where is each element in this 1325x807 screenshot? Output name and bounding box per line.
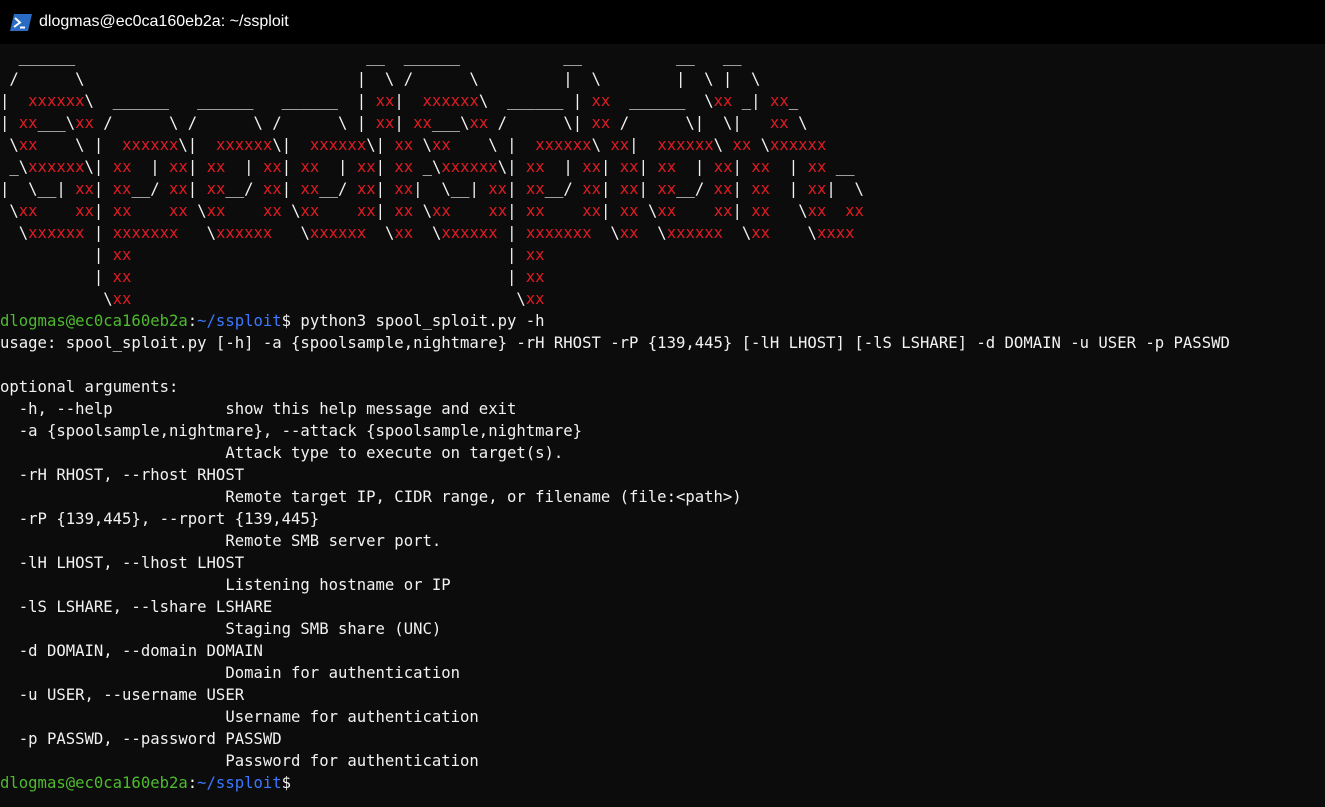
help-line: -p PASSWD, --password PASSWD: [0, 730, 282, 748]
help-line: -h, --help show this help message and ex…: [0, 400, 517, 418]
banner-line: | xx | xx: [0, 246, 545, 264]
powershell-icon: [10, 13, 32, 32]
banner-line: | xx | xx: [0, 268, 545, 286]
prompt-user-host: dlogmas@ec0ca160eb2a: [0, 312, 188, 330]
ascii-banner: ______ __ ______ __ __ __ / \ | \ / \ | …: [0, 46, 1325, 310]
title-bar[interactable]: dlogmas@ec0ca160eb2a: ~/ssploit: [0, 0, 1325, 44]
banner-line: ______ __ ______ __ __ __: [0, 48, 742, 66]
help-line: Password for authentication: [0, 752, 479, 770]
command-text: python3 spool_sploit.py -h: [291, 312, 545, 330]
help-line: [0, 354, 1325, 376]
help-line: -a {spoolsample,nightmare}, --attack {sp…: [0, 422, 583, 440]
current-prompt-line[interactable]: dlogmas@ec0ca160eb2a:~/ssploit$: [0, 772, 1325, 794]
help-line: -lH LHOST, --lhost LHOST: [0, 554, 245, 572]
help-line: -rP {139,445}, --rport {139,445}: [0, 510, 320, 528]
prompt-path: ~/ssploit: [197, 774, 282, 792]
help-line: Attack type to execute on target(s).: [0, 444, 564, 462]
help-line: -lS LSHARE, --lshare LSHARE: [0, 598, 273, 616]
banner-line: | xx___\xx / \ / \ / \ | xx| xx___\xx / …: [0, 114, 808, 132]
prompt-path: ~/ssploit: [197, 312, 282, 330]
terminal-window: dlogmas@ec0ca160eb2a: ~/ssploit ______ _…: [0, 0, 1325, 807]
banner-line: | \__| xx| xx__/ xx| xx__/ xx| xx__/ xx|…: [0, 180, 864, 198]
banner-line: | xxxxxx\ ______ ______ ______ | xx| xxx…: [0, 92, 799, 110]
help-line: Staging SMB share (UNC): [0, 620, 442, 638]
help-line: Listening hostname or IP: [0, 576, 451, 594]
help-line: Remote target IP, CIDR range, or filenam…: [0, 488, 742, 506]
banner-line: \xx xx| xx xx \xx xx \xx xx| xx \xx xx| …: [0, 202, 864, 220]
help-line: Domain for authentication: [0, 664, 461, 682]
prompt-symbol: $: [281, 312, 292, 330]
banner-line: \xxxxxx | xxxxxxx \xxxxxx \xxxxxx \xx \x…: [0, 224, 855, 242]
banner-line: / \ | \ / \ | \ | \ | \: [0, 70, 761, 88]
prompt-separator: :: [187, 312, 198, 330]
help-line: optional arguments:: [0, 378, 179, 396]
banner-line: _\xxxxxx\| xx | xx| xx | xx| xx | xx| xx…: [0, 158, 855, 176]
help-line: -u USER, --username USER: [0, 686, 245, 704]
command-line: dlogmas@ec0ca160eb2a:~/ssploit$ python3 …: [0, 310, 1325, 332]
help-line: Remote SMB server port.: [0, 532, 442, 550]
help-line: usage: spool_sploit.py [-h] -a {spoolsam…: [0, 334, 1230, 352]
help-output: usage: spool_sploit.py [-h] -a {spoolsam…: [0, 332, 1325, 772]
banner-line: \xx \ | xxxxxx\| xxxxxx\| xxxxxx\| xx \x…: [0, 136, 827, 154]
help-line: -d DOMAIN, --domain DOMAIN: [0, 642, 263, 660]
help-line: -rH RHOST, --rhost RHOST: [0, 466, 245, 484]
terminal-output[interactable]: ______ __ ______ __ __ __ / \ | \ / \ | …: [0, 46, 1325, 807]
window-title: dlogmas@ec0ca160eb2a: ~/ssploit: [39, 13, 289, 30]
prompt-user-host: dlogmas@ec0ca160eb2a: [0, 774, 188, 792]
prompt-symbol: $: [281, 774, 292, 792]
banner-line: \xx \xx: [0, 290, 545, 308]
help-line: Username for authentication: [0, 708, 479, 726]
prompt-separator: :: [187, 774, 198, 792]
